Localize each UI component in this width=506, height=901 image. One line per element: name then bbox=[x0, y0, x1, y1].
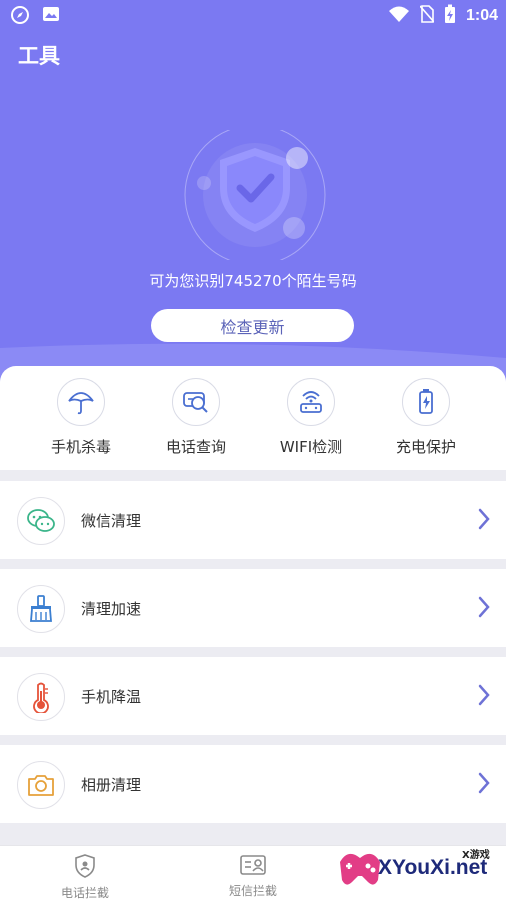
tool-antivirus[interactable]: 手机杀毒 bbox=[26, 378, 136, 457]
tool-phone-lookup[interactable]: 电话查询 bbox=[141, 378, 251, 457]
watermark-text: XYouXi.net bbox=[378, 856, 488, 879]
image-icon bbox=[42, 5, 60, 29]
shield-icon bbox=[170, 124, 340, 266]
check-update-button[interactable]: 检查更新 bbox=[151, 309, 354, 342]
list-item-clean-boost[interactable]: 清理加速 bbox=[0, 569, 506, 647]
hero-banner: 1:04 工具 可为您识别745270个陌生号码 检查更新 bbox=[0, 0, 506, 380]
nav-call-block[interactable]: 电话拦截 bbox=[25, 854, 145, 901]
tool-charge-protect[interactable]: 充电保护 bbox=[371, 378, 481, 457]
page-title: 工具 bbox=[18, 44, 60, 68]
tool-label: 电话查询 bbox=[165, 438, 226, 456]
list-item-phone-cooling[interactable]: 手机降温 bbox=[0, 657, 506, 735]
chevron-right-icon bbox=[478, 596, 490, 622]
list-item-album-clean[interactable]: 相册清理 bbox=[0, 745, 506, 823]
shield-phone-icon bbox=[74, 854, 96, 882]
broom-icon bbox=[17, 585, 65, 633]
chevron-right-icon bbox=[478, 684, 490, 710]
tool-wifi-check[interactable]: WIFI检测 bbox=[256, 378, 366, 457]
umbrella-icon bbox=[57, 378, 105, 426]
list-item-label: 相册清理 bbox=[81, 776, 142, 794]
tool-label: 手机杀毒 bbox=[50, 438, 111, 456]
list-item-wechat-clean[interactable]: 微信清理 bbox=[0, 481, 506, 559]
chevron-right-icon bbox=[478, 508, 490, 534]
watermark: X游戏 XYouXi.net bbox=[334, 842, 506, 900]
search-card-icon bbox=[172, 378, 220, 426]
status-bar: 1:04 bbox=[0, 0, 506, 28]
nav-label: 电话拦截 bbox=[60, 886, 109, 900]
chevron-right-icon bbox=[478, 772, 490, 798]
wifi-icon bbox=[388, 5, 410, 27]
compass-icon bbox=[10, 5, 30, 29]
camera-icon bbox=[17, 761, 65, 809]
clock: 1:04 bbox=[465, 7, 498, 24]
nav-label: 短信拦截 bbox=[228, 884, 277, 898]
list-item-label: 清理加速 bbox=[81, 600, 142, 618]
battery-charging-icon bbox=[444, 4, 456, 28]
tool-label: WIFI检测 bbox=[279, 438, 343, 456]
list-item-label: 手机降温 bbox=[81, 688, 142, 706]
recognition-caption: 可为您识别745270个陌生号码 bbox=[149, 272, 357, 290]
wechat-icon bbox=[17, 497, 65, 545]
tools-grid: 手机杀毒 电话查询 WIFI检测 充电保护 bbox=[0, 366, 506, 470]
no-sim-icon bbox=[419, 5, 435, 27]
nav-sms-block[interactable]: 短信拦截 bbox=[193, 854, 313, 899]
wifi-router-icon bbox=[287, 378, 335, 426]
list-item-label: 微信清理 bbox=[81, 512, 142, 530]
thermometer-icon bbox=[17, 673, 65, 721]
contact-card-icon bbox=[240, 855, 266, 880]
tool-label: 充电保护 bbox=[395, 438, 456, 456]
battery-bolt-icon bbox=[402, 378, 450, 426]
